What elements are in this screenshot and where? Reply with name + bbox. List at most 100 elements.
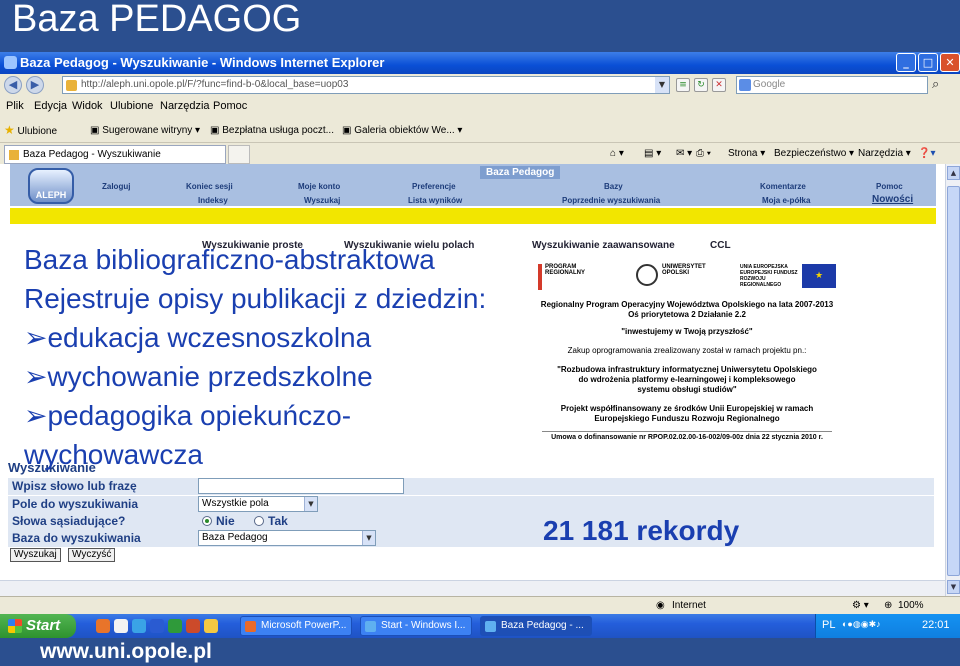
task-start-windows-label: Start - Windows I... [381, 620, 466, 631]
eu-line-7: systemu obsługi studiów" [637, 385, 737, 394]
help-icon[interactable]: ❓▾ [918, 148, 935, 159]
yellow-bar [10, 208, 936, 224]
favorites-button[interactable]: ★ Ulubione [4, 123, 57, 137]
word-label: Wpisz słowo lub frazę [12, 479, 137, 493]
nav-moje-konto[interactable]: Moje konto [298, 182, 340, 191]
address-bar[interactable]: http://aleph.uni.opole.pl/F/?func=find-b… [62, 76, 670, 94]
nav-zaloguj[interactable]: Zaloguj [102, 182, 130, 191]
forward-icon[interactable]: ▶ [26, 76, 44, 94]
search-icon[interactable]: ⌕ [932, 77, 939, 92]
task-start-windows[interactable]: Start - Windows I... [360, 616, 472, 636]
nav-pomoc[interactable]: Pomoc [876, 182, 903, 191]
base-select[interactable]: Baza Pedagog ▼ [198, 530, 376, 546]
task-baza-pedagog[interactable]: Baza Pedagog - ... [480, 616, 592, 636]
address-dropdown-icon[interactable]: ▼ [655, 77, 669, 93]
tab-baza-pedagog[interactable]: Baza Pedagog - Wyszukiwanie [4, 145, 226, 164]
menu-view[interactable]: Widok [72, 100, 103, 112]
minimize-button[interactable]: _ [896, 53, 916, 72]
slide-line-2: Rejestruje opisy publikacji z dziedzin: [24, 283, 487, 314]
cmd-safety[interactable]: Bezpieczeństwo ▾ [774, 148, 854, 159]
chrome-icon[interactable] [114, 619, 128, 633]
scroll-down-icon[interactable]: ▼ [947, 580, 960, 594]
radio-adjacent-no[interactable]: Nie [202, 514, 235, 528]
feeds-icon[interactable]: ▤ ▾ [644, 148, 661, 159]
fav-suggested-sites[interactable]: ▣ Sugerowane witryny ▾ [90, 125, 200, 136]
horizontal-scrollbar[interactable] [0, 580, 945, 596]
nav-lista-wynikow[interactable]: Lista wyników [408, 196, 462, 205]
protected-mode-icon[interactable]: ⚙ ▾ [852, 600, 869, 611]
close-button[interactable]: ✕ [940, 53, 960, 72]
nav-komentarze[interactable]: Komentarze [760, 182, 806, 191]
menu-favorites[interactable]: Ulubione [110, 100, 153, 112]
vertical-scrollbar[interactable]: ▲ ▼ [945, 164, 960, 596]
clock[interactable]: 22:01 [922, 619, 950, 631]
clear-button[interactable]: Wyczyść [68, 548, 116, 562]
nav-wyszukaj[interactable]: Wyszukaj [304, 196, 340, 205]
tab-ccl[interactable]: CCL [710, 240, 731, 251]
folder-icon[interactable] [204, 619, 218, 633]
search-button[interactable]: Wyszukaj [10, 548, 61, 562]
new-tab-button[interactable] [228, 145, 250, 164]
ie-quicklaunch-icon[interactable] [132, 619, 146, 633]
nav-preferencje[interactable]: Preferencje [412, 182, 456, 191]
excel-icon[interactable] [168, 619, 182, 633]
eu-line-1: Regionalny Program Operacyjny Województw… [540, 300, 834, 309]
language-indicator[interactable]: PL [822, 619, 835, 631]
window-titlebar: Baza Pedagog - Wyszukiwanie - Windows In… [0, 52, 960, 74]
menu-help[interactable]: Pomoc [213, 100, 247, 112]
tab-advanced-search[interactable]: Wyszukiwanie zaawansowane [532, 240, 675, 251]
stop-icon[interactable]: ✕ [712, 78, 726, 92]
menu-edit[interactable]: Edycja [34, 100, 67, 112]
start-button[interactable]: Start [0, 614, 76, 638]
cmd-page-label: Strona [728, 148, 758, 159]
aleph-logo: ALEPH [28, 168, 74, 204]
search-input[interactable]: Google [736, 76, 928, 94]
refresh-icon[interactable]: ↻ [694, 78, 708, 92]
cmd-tools[interactable]: Narzędzia ▾ [858, 148, 911, 159]
radio-selected-icon[interactable] [202, 516, 212, 526]
nav-koniec-sesji[interactable]: Koniec sesji [186, 182, 233, 191]
search-placeholder: Google [753, 79, 786, 90]
row-word-bg [8, 478, 934, 495]
chevron-down-icon[interactable]: ▼ [304, 497, 317, 511]
tray-icons[interactable]: ◐●◍◉✱♪ [842, 619, 881, 630]
task-powerpoint-label: Microsoft PowerP... [261, 620, 347, 631]
scroll-up-icon[interactable]: ▲ [947, 166, 960, 180]
slide-line-5: ➢pedagogika opiekuńczo- [24, 400, 352, 431]
firefox-icon[interactable] [96, 619, 110, 633]
powerpoint-quicklaunch-icon[interactable] [186, 619, 200, 633]
nav-bazy[interactable]: Bazy [604, 182, 623, 191]
row-field-bg [8, 496, 934, 513]
task-powerpoint[interactable]: Microsoft PowerP... [240, 616, 352, 636]
fav-gallery[interactable]: ▣ Galeria obiektów We... ▾ [342, 125, 462, 136]
back-icon[interactable]: ◀ [4, 76, 22, 94]
chevron-down-icon[interactable]: ▼ [362, 531, 375, 545]
row-adjacent-bg [8, 513, 934, 530]
cmd-page[interactable]: Strona ▾ [728, 148, 765, 159]
scroll-thumb[interactable] [947, 186, 960, 576]
mail-icon[interactable]: ✉ ▾ [676, 148, 692, 159]
nav-indeksy[interactable]: Indeksy [198, 196, 228, 205]
menu-file[interactable]: Plik [6, 100, 24, 112]
word-input[interactable] [198, 478, 404, 494]
logo-unia-europejska: UNIA EUROPEJSKA EUROPEJSKI FUNDUSZ ROZWO… [740, 264, 840, 290]
compatibility-icon[interactable]: ≡ [676, 78, 690, 92]
slide-title: Baza PEDAGOG [12, 0, 302, 40]
home-icon[interactable]: ⌂ ▾ [610, 148, 624, 159]
radio-adjacent-yes[interactable]: Tak [254, 514, 288, 528]
field-select[interactable]: Wszystkie pola ▼ [198, 496, 318, 512]
nav-moja-e-polka[interactable]: Moja e-półka [762, 196, 810, 205]
ie-icon [4, 56, 17, 69]
fav-mail[interactable]: ▣ Bezpłatna usługa poczt... [210, 125, 334, 136]
menu-tools[interactable]: Narzędzia [160, 100, 210, 112]
radio-unselected-icon[interactable] [254, 516, 264, 526]
zoom-level[interactable]: 100% [898, 600, 924, 611]
university-seal-icon [636, 264, 658, 286]
maximize-button[interactable]: □ [918, 53, 938, 72]
nav-poprzednie-wyszukiwania[interactable]: Poprzednie wyszukiwania [562, 196, 660, 205]
zoom-icon[interactable]: ⊕ [884, 600, 892, 611]
word-icon[interactable] [150, 619, 164, 633]
print-icon[interactable]: ⎙ ▾ [696, 148, 711, 159]
browser-chrome: ◀ ▶ http://aleph.uni.opole.pl/F/?func=fi… [0, 74, 960, 164]
nav-nowosci[interactable]: Nowości [872, 194, 913, 205]
